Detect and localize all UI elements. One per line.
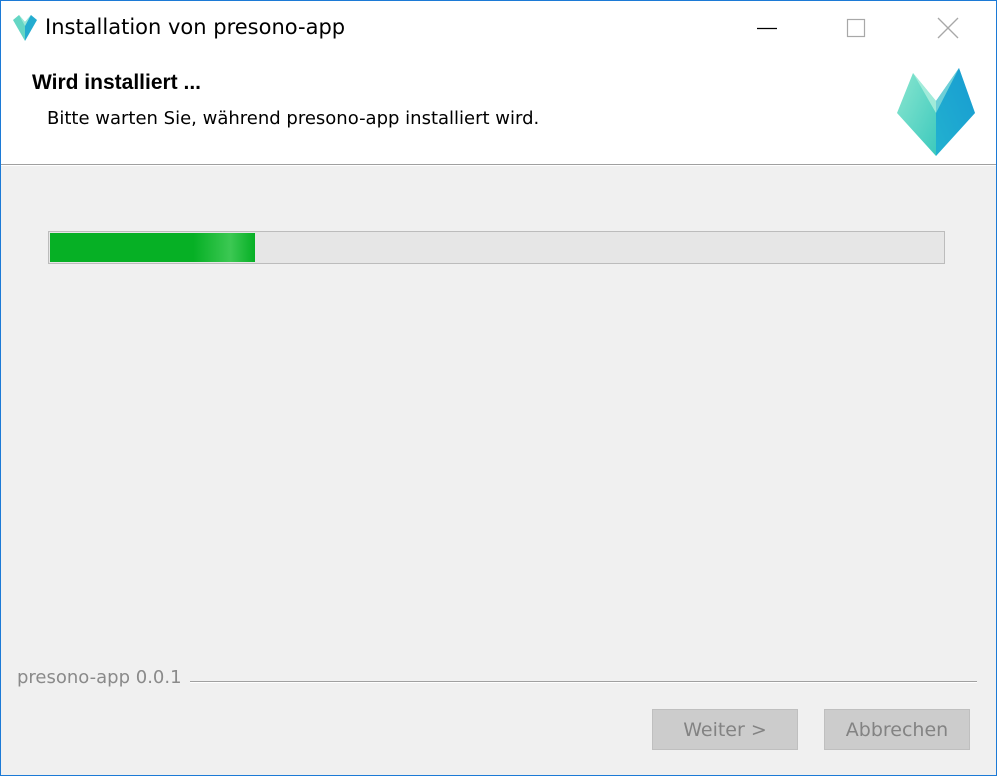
close-icon: [937, 17, 959, 39]
title-bar[interactable]: Installation von presono-app: [1, 1, 996, 55]
branding-line: presono-app 0.0.1: [17, 667, 977, 691]
minimize-icon: [757, 27, 777, 30]
installer-window: Installation von presono-app Wird instal…: [0, 0, 997, 776]
branding-text: presono-app 0.0.1: [17, 667, 190, 688]
maximize-button[interactable]: [810, 1, 902, 55]
close-button[interactable]: [902, 1, 994, 55]
presono-logo-icon: [13, 15, 37, 41]
minimize-button[interactable]: [721, 1, 813, 55]
progress-fill: [50, 233, 255, 262]
presono-logo-icon: [897, 68, 975, 156]
window-title: Installation von presono-app: [45, 15, 346, 39]
header-divider-highlight: [1, 165, 996, 166]
maximize-icon: [846, 18, 866, 38]
page-title: Wird installiert ...: [32, 71, 202, 94]
page-subtitle: Bitte warten Sie, während presono-app in…: [47, 108, 540, 129]
cancel-button[interactable]: Abbrechen: [824, 709, 970, 750]
next-button[interactable]: Weiter >: [652, 709, 798, 750]
installer-header: Wird installiert ... Bitte warten Sie, w…: [1, 55, 996, 164]
install-progress-bar: [48, 231, 945, 264]
